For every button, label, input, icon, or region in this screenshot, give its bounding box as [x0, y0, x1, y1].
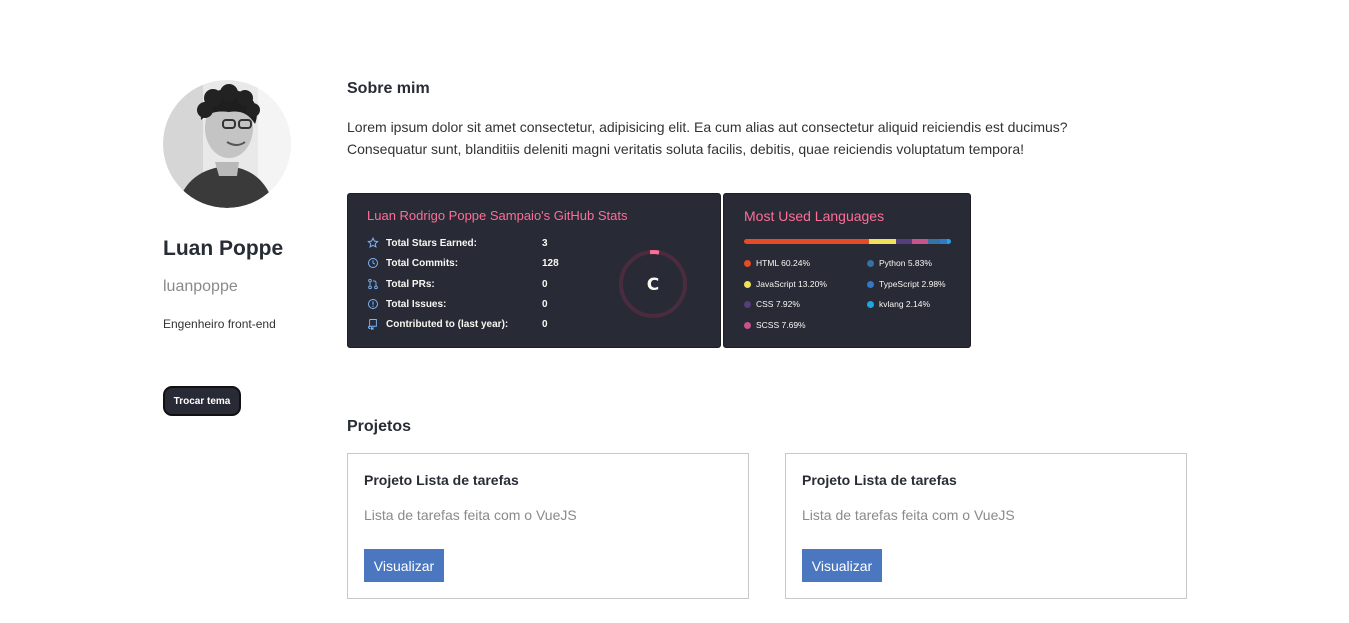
- project-title: Projeto Lista de tarefas: [802, 472, 957, 488]
- languages-title: Most Used Languages: [744, 208, 885, 224]
- github-stats-title: Luan Rodrigo Poppe Sampaio's GitHub Stat…: [367, 208, 628, 223]
- stat-value: 3: [542, 237, 548, 249]
- language-label: Python 5.83%: [879, 258, 932, 268]
- language-bar-segment: [912, 239, 929, 244]
- stat-row-stars: Total Stars Earned: 3: [367, 237, 572, 249]
- stat-value: 0: [542, 278, 548, 290]
- stat-value: 128: [542, 257, 559, 269]
- rank-letter: C: [647, 275, 659, 295]
- issue-icon: [368, 299, 378, 309]
- language-bar-segment: [928, 239, 941, 244]
- pull-request-icon: [368, 278, 378, 290]
- project-card: Projeto Lista de tarefas Lista de tarefa…: [347, 453, 749, 599]
- language-label: kvlang 2.14%: [879, 299, 931, 309]
- language-bar-segment: [896, 239, 913, 244]
- language-bar-segment: [744, 239, 869, 244]
- language-dot: [867, 280, 874, 288]
- stats-row: Luan Rodrigo Poppe Sampaio's GitHub Stat…: [347, 193, 971, 348]
- language-dot: [744, 300, 751, 308]
- language-dot: [744, 280, 751, 288]
- profile-role: Engenheiro front-end: [163, 317, 276, 331]
- project-description: Lista de tarefas feita com o VueJS: [364, 507, 577, 523]
- language-dot: [867, 300, 874, 308]
- languages-card: Most Used Languages HTML 60.24% JavaScri…: [723, 193, 971, 348]
- language-bar-segment: [868, 239, 896, 244]
- language-bar-segment: [946, 239, 951, 244]
- history-icon: [368, 258, 378, 268]
- stat-row-prs: Total PRs: 0: [367, 278, 572, 290]
- stat-label: Contributed to (last year):: [386, 318, 509, 330]
- language-item: Python 5.83%: [867, 258, 932, 268]
- toggle-theme-button[interactable]: Trocar tema: [163, 386, 241, 416]
- language-label: HTML 60.24%: [756, 258, 811, 268]
- rank-circle: C: [619, 250, 687, 318]
- language-item: SCSS 7.69%: [744, 320, 806, 330]
- language-label: CSS 7.92%: [756, 299, 800, 309]
- view-project-button[interactable]: Visualizar: [364, 549, 444, 582]
- language-item: kvlang 2.14%: [867, 299, 930, 309]
- main-content: Sobre mim Lorem ipsum dolor sit amet con…: [347, 80, 1197, 599]
- stat-value: 0: [542, 318, 548, 330]
- profile-sidebar: Luan Poppe luanpoppe Engenheiro front-en…: [163, 80, 313, 416]
- stat-label: Total Commits:: [386, 257, 459, 269]
- language-label: TypeScript 2.98%: [879, 279, 946, 289]
- languages-bar: [744, 239, 951, 244]
- about-text: Lorem ipsum dolor sit amet consectetur, …: [347, 116, 1137, 160]
- star-icon: [367, 237, 379, 248]
- stat-label: Total PRs:: [386, 278, 435, 290]
- language-dot: [744, 321, 751, 329]
- about-line-1: Lorem ipsum dolor sit amet consectetur, …: [347, 119, 1068, 135]
- language-label: JavaScript 13.20%: [756, 279, 827, 289]
- stat-label: Total Stars Earned:: [386, 237, 477, 249]
- project-title: Projeto Lista de tarefas: [364, 472, 519, 488]
- view-project-button[interactable]: Visualizar: [802, 549, 882, 582]
- stat-label: Total Issues:: [386, 298, 447, 310]
- language-label: SCSS 7.69%: [756, 320, 806, 330]
- language-item: HTML 60.24%: [744, 258, 810, 268]
- profile-username: luanpoppe: [163, 278, 238, 295]
- avatar: [163, 80, 291, 208]
- about-title: Sobre mim: [347, 80, 430, 97]
- language-dot: [867, 259, 874, 267]
- stat-row-issues: Total Issues: 0: [367, 298, 572, 310]
- about-line-2: Consequatur sunt, blanditiis deleniti ma…: [347, 141, 1025, 157]
- language-item: TypeScript 2.98%: [867, 279, 946, 289]
- language-item: JavaScript 13.20%: [744, 279, 827, 289]
- repo-icon: [368, 319, 377, 330]
- stat-row-contributed: Contributed to (last year): 0: [367, 318, 572, 330]
- profile-name: Luan Poppe: [163, 237, 284, 260]
- projects-title: Projetos: [347, 418, 412, 435]
- github-stats-card: Luan Rodrigo Poppe Sampaio's GitHub Stat…: [347, 193, 721, 348]
- language-item: CSS 7.92%: [744, 299, 800, 309]
- project-description: Lista de tarefas feita com o VueJS: [802, 507, 1015, 523]
- stat-value: 0: [542, 298, 548, 310]
- language-dot: [744, 259, 751, 267]
- project-card: Projeto Lista de tarefas Lista de tarefa…: [785, 453, 1187, 599]
- stat-row-commits: Total Commits: 128: [367, 257, 572, 269]
